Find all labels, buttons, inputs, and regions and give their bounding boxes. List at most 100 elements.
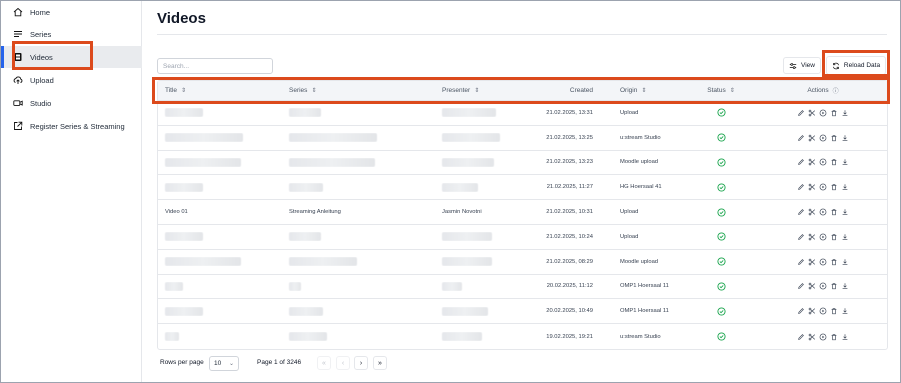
redacted-text xyxy=(289,157,375,167)
pencil-icon[interactable] xyxy=(797,258,805,266)
cell-series xyxy=(284,306,437,316)
play-circle-icon[interactable] xyxy=(819,183,827,191)
cell-status xyxy=(685,208,757,217)
check-circle-icon xyxy=(716,208,726,217)
play-circle-icon[interactable] xyxy=(819,282,827,290)
table-row[interactable]: 21.02.2025, 13:31 Upload xyxy=(158,101,887,126)
scissors-icon[interactable] xyxy=(808,233,816,241)
column-header-presenter[interactable]: Presenter ⇕ xyxy=(437,87,535,94)
scissors-icon[interactable] xyxy=(808,134,816,142)
next-page-button[interactable]: › xyxy=(354,356,368,370)
sidebar: Home Series Videos Upload Studio Registe… xyxy=(1,1,142,382)
column-header-title[interactable]: Title ⇕ xyxy=(158,87,284,94)
column-header-series[interactable]: Series ⇕ xyxy=(284,87,437,94)
previous-page-button[interactable]: ‹ xyxy=(336,356,350,370)
pencil-icon[interactable] xyxy=(797,183,805,191)
download-icon[interactable] xyxy=(841,307,849,315)
rows-per-page-select[interactable]: 10 ⌄ xyxy=(209,356,239,371)
play-circle-icon[interactable] xyxy=(819,158,827,166)
trash-icon[interactable] xyxy=(830,233,838,241)
column-header-created[interactable]: Created xyxy=(535,87,595,94)
download-icon[interactable] xyxy=(841,333,849,341)
download-icon[interactable] xyxy=(841,233,849,241)
view-button[interactable]: View xyxy=(783,57,821,74)
scissors-icon[interactable] xyxy=(808,208,816,216)
play-circle-icon[interactable] xyxy=(819,208,827,216)
sidebar-item-home[interactable]: Home xyxy=(1,1,142,23)
cell-created: 20.02.2025, 11:12 xyxy=(546,283,593,290)
sort-icon: ⇕ xyxy=(729,88,735,94)
trash-icon[interactable] xyxy=(830,307,838,315)
column-header-origin[interactable]: Origin ⇕ xyxy=(595,87,685,94)
last-page-button[interactable]: » xyxy=(373,356,387,370)
table-row[interactable]: 20.02.2025, 11:12 OMP1 Hoersaal 11 xyxy=(158,275,887,300)
table-row[interactable]: 21.02.2025, 13:25 u:stream Studio xyxy=(158,126,887,151)
download-icon[interactable] xyxy=(841,158,849,166)
play-circle-icon[interactable] xyxy=(819,333,827,341)
scissors-icon[interactable] xyxy=(808,307,816,315)
search-input[interactable] xyxy=(157,58,273,74)
table-row[interactable]: 21.02.2025, 10:24 Upload xyxy=(158,225,887,250)
pencil-icon[interactable] xyxy=(797,109,805,117)
download-icon[interactable] xyxy=(841,258,849,266)
scissors-icon[interactable] xyxy=(808,158,816,166)
table-row[interactable]: 21.02.2025, 13:23 Moodle upload xyxy=(158,151,887,176)
trash-icon[interactable] xyxy=(830,158,838,166)
table-row[interactable]: 21.02.2025, 08:29 Moodle upload xyxy=(158,250,887,275)
sidebar-item-videos[interactable]: Videos xyxy=(1,46,142,68)
table-row[interactable]: 21.02.2025, 11:27 HG Hoersaal 41 xyxy=(158,175,887,201)
pencil-icon[interactable] xyxy=(797,134,805,142)
scissors-icon[interactable] xyxy=(808,258,816,266)
play-circle-icon[interactable] xyxy=(819,134,827,142)
download-icon[interactable] xyxy=(841,208,849,216)
play-circle-icon[interactable] xyxy=(819,109,827,117)
scissors-icon[interactable] xyxy=(808,109,816,117)
pencil-icon[interactable] xyxy=(797,233,805,241)
scissors-icon[interactable] xyxy=(808,282,816,290)
pencil-icon[interactable] xyxy=(797,208,805,216)
play-circle-icon[interactable] xyxy=(819,307,827,315)
external-link-icon xyxy=(13,121,23,131)
trash-icon[interactable] xyxy=(830,208,838,216)
table-row[interactable]: 20.02.2025, 10:49 OMP1 Hoersaal 11 xyxy=(158,299,887,325)
info-icon: ⓘ xyxy=(832,89,839,95)
pencil-icon[interactable] xyxy=(797,307,805,315)
trash-icon[interactable] xyxy=(830,258,838,266)
cell-status xyxy=(685,282,757,291)
redacted-text xyxy=(289,133,377,143)
pencil-icon[interactable] xyxy=(797,282,805,290)
play-circle-icon[interactable] xyxy=(819,233,827,241)
download-icon[interactable] xyxy=(841,282,849,290)
download-icon[interactable] xyxy=(841,183,849,191)
refresh-icon xyxy=(833,62,839,69)
download-icon[interactable] xyxy=(841,134,849,142)
redacted-text xyxy=(165,306,203,316)
sidebar-item-series[interactable]: Series xyxy=(1,23,142,45)
sidebar-item-register-series-streaming[interactable]: Register Series & Streaming xyxy=(1,115,142,137)
reload-data-button[interactable]: Reload Data xyxy=(826,56,886,75)
column-header-status[interactable]: Status ⇕ xyxy=(685,87,757,94)
download-icon[interactable] xyxy=(841,109,849,117)
play-circle-icon[interactable] xyxy=(819,258,827,266)
first-page-button[interactable]: « xyxy=(317,356,331,370)
table-row[interactable]: 19.02.2025, 19:21 u:stream Studio xyxy=(158,324,887,349)
scissors-icon[interactable] xyxy=(808,183,816,191)
sidebar-item-studio[interactable]: Studio xyxy=(1,92,142,114)
check-circle-icon xyxy=(716,158,726,167)
trash-icon[interactable] xyxy=(830,109,838,117)
trash-icon[interactable] xyxy=(830,183,838,191)
sidebar-item-label: Videos xyxy=(30,52,53,62)
trash-icon[interactable] xyxy=(830,333,838,341)
sidebar-item-upload[interactable]: Upload xyxy=(1,69,142,91)
trash-icon[interactable] xyxy=(830,282,838,290)
pencil-icon[interactable] xyxy=(797,333,805,341)
cell-title xyxy=(158,232,284,242)
check-circle-icon xyxy=(716,133,726,142)
rows-per-page-label: Rows per page xyxy=(160,359,204,366)
redacted-text xyxy=(165,281,183,291)
scissors-icon[interactable] xyxy=(808,333,816,341)
trash-icon[interactable] xyxy=(830,134,838,142)
pencil-icon[interactable] xyxy=(797,158,805,166)
cell-series xyxy=(284,332,437,342)
table-row[interactable]: Video 01 Streaming Anleitung Jasmin Novotn… xyxy=(158,200,887,225)
